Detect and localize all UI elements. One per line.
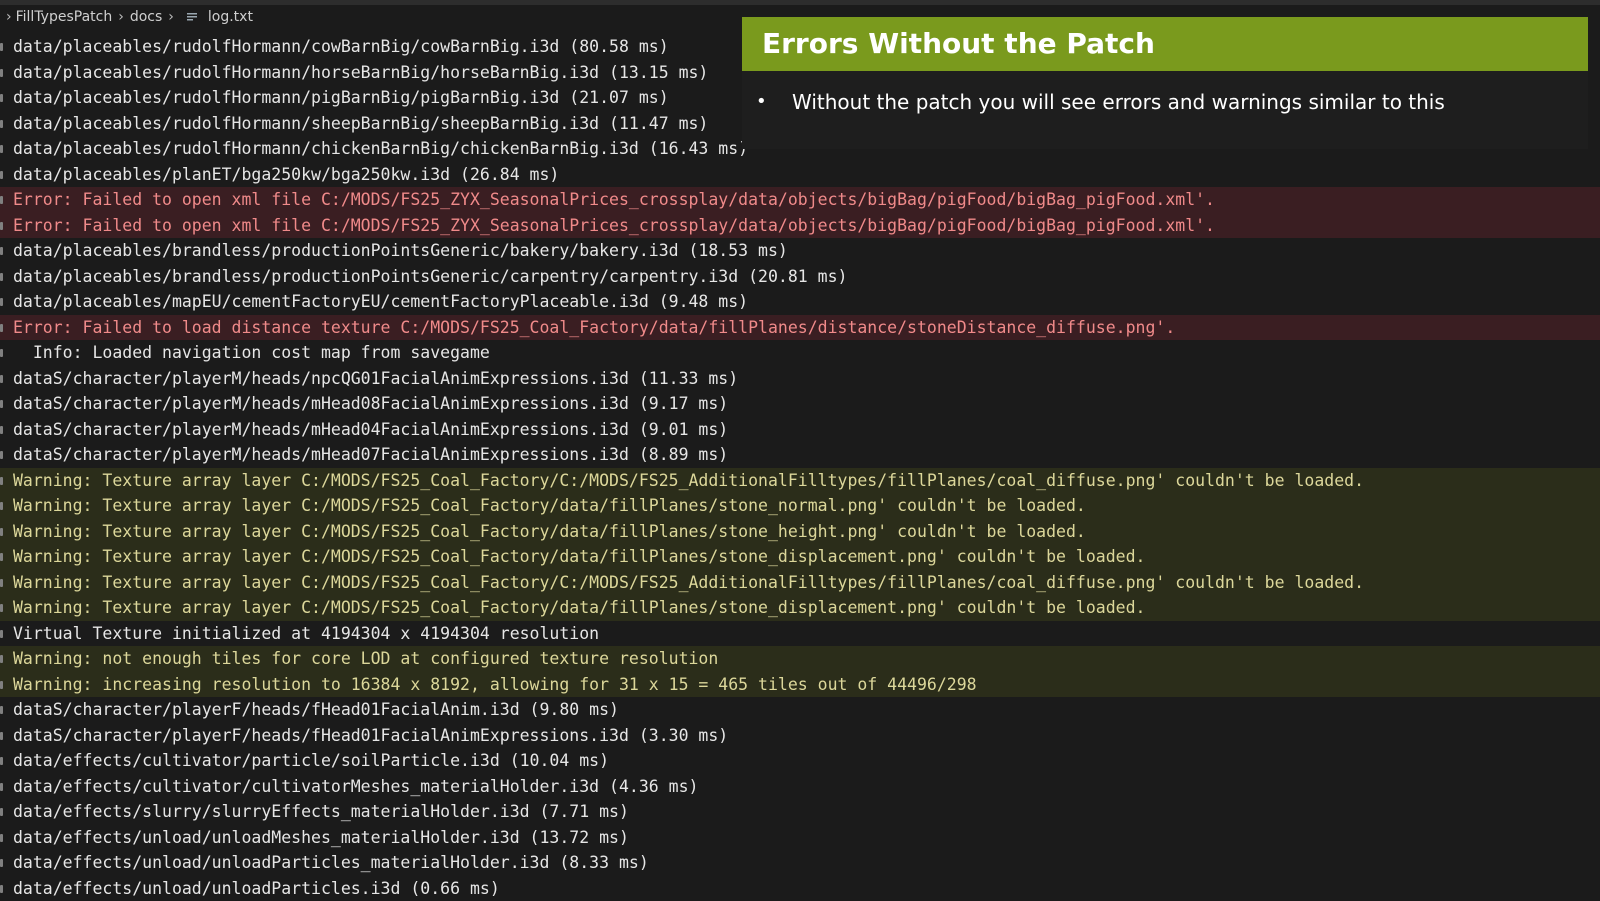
chevron-right-icon: › xyxy=(118,9,124,25)
text-file-icon xyxy=(186,11,198,23)
breadcrumb-folder-root[interactable]: FillTypesPatch xyxy=(16,9,113,25)
log-line-warning: Warning: Texture array layer C:/MODS/FS2… xyxy=(0,595,1600,621)
callout-title: Errors Without the Patch xyxy=(742,17,1588,71)
log-line: data/placeables/planET/bga250kw/bga250kw… xyxy=(0,162,1600,188)
log-line-warning: Warning: Texture array layer C:/MODS/FS2… xyxy=(0,570,1600,596)
breadcrumb-file[interactable]: log.txt xyxy=(208,9,253,25)
log-line: dataS/character/playerF/heads/fHead01Fac… xyxy=(0,697,1600,723)
breadcrumb-folder-docs[interactable]: docs xyxy=(130,9,162,25)
log-line: data/placeables/brandless/productionPoin… xyxy=(0,264,1600,290)
log-line-warning: Warning: Texture array layer C:/MODS/FS2… xyxy=(0,544,1600,570)
log-line: data/effects/cultivator/particle/soilPar… xyxy=(0,748,1600,774)
log-line-warning: Warning: Texture array layer C:/MODS/FS2… xyxy=(0,468,1600,494)
log-line-error: Error: Failed to open xml file C:/MODS/F… xyxy=(0,213,1600,239)
log-line: data/effects/unload/unloadMeshes_materia… xyxy=(0,825,1600,851)
callout-panel: Errors Without the Patch • Without the p… xyxy=(742,17,1588,149)
log-line: data/placeables/mapEU/cementFactoryEU/ce… xyxy=(0,289,1600,315)
log-line-warning: Warning: increasing resolution to 16384 … xyxy=(0,672,1600,698)
log-line: dataS/character/playerF/heads/fHead01Fac… xyxy=(0,723,1600,749)
log-content[interactable]: data/placeables/rudolfHormann/cowBarnBig… xyxy=(0,34,1600,901)
log-line: data/effects/slurry/slurryEffects_materi… xyxy=(0,799,1600,825)
log-line: dataS/character/playerM/heads/mHead04Fac… xyxy=(0,417,1600,443)
bullet-point: • xyxy=(756,89,792,115)
callout-text: Without the patch you will see errors an… xyxy=(792,89,1445,115)
log-line: data/placeables/brandless/productionPoin… xyxy=(0,238,1600,264)
log-line-error: Error: Failed to load distance texture C… xyxy=(0,315,1600,341)
chevron-right-icon: › xyxy=(168,9,174,25)
log-line: dataS/character/playerM/heads/mHead08Fac… xyxy=(0,391,1600,417)
log-line: Virtual Texture initialized at 4194304 x… xyxy=(0,621,1600,647)
log-line-warning: Warning: Texture array layer C:/MODS/FS2… xyxy=(0,493,1600,519)
log-line-warning: Warning: Texture array layer C:/MODS/FS2… xyxy=(0,519,1600,545)
log-line: data/effects/unload/unloadParticles.i3d … xyxy=(0,876,1600,901)
callout-body: • Without the patch you will see errors … xyxy=(742,71,1588,115)
log-line: dataS/character/playerM/heads/npcQG01Fac… xyxy=(0,366,1600,392)
log-line-info: Info: Loaded navigation cost map from sa… xyxy=(0,340,1600,366)
log-line: dataS/character/playerM/heads/mHead07Fac… xyxy=(0,442,1600,468)
log-line-warning: Warning: not enough tiles for core LOD a… xyxy=(0,646,1600,672)
chevron-right-icon: › xyxy=(6,9,12,25)
log-line: data/effects/unload/unloadParticles_mate… xyxy=(0,850,1600,876)
log-line: data/effects/cultivator/cultivatorMeshes… xyxy=(0,774,1600,800)
log-line-error: Error: Failed to open xml file C:/MODS/F… xyxy=(0,187,1600,213)
